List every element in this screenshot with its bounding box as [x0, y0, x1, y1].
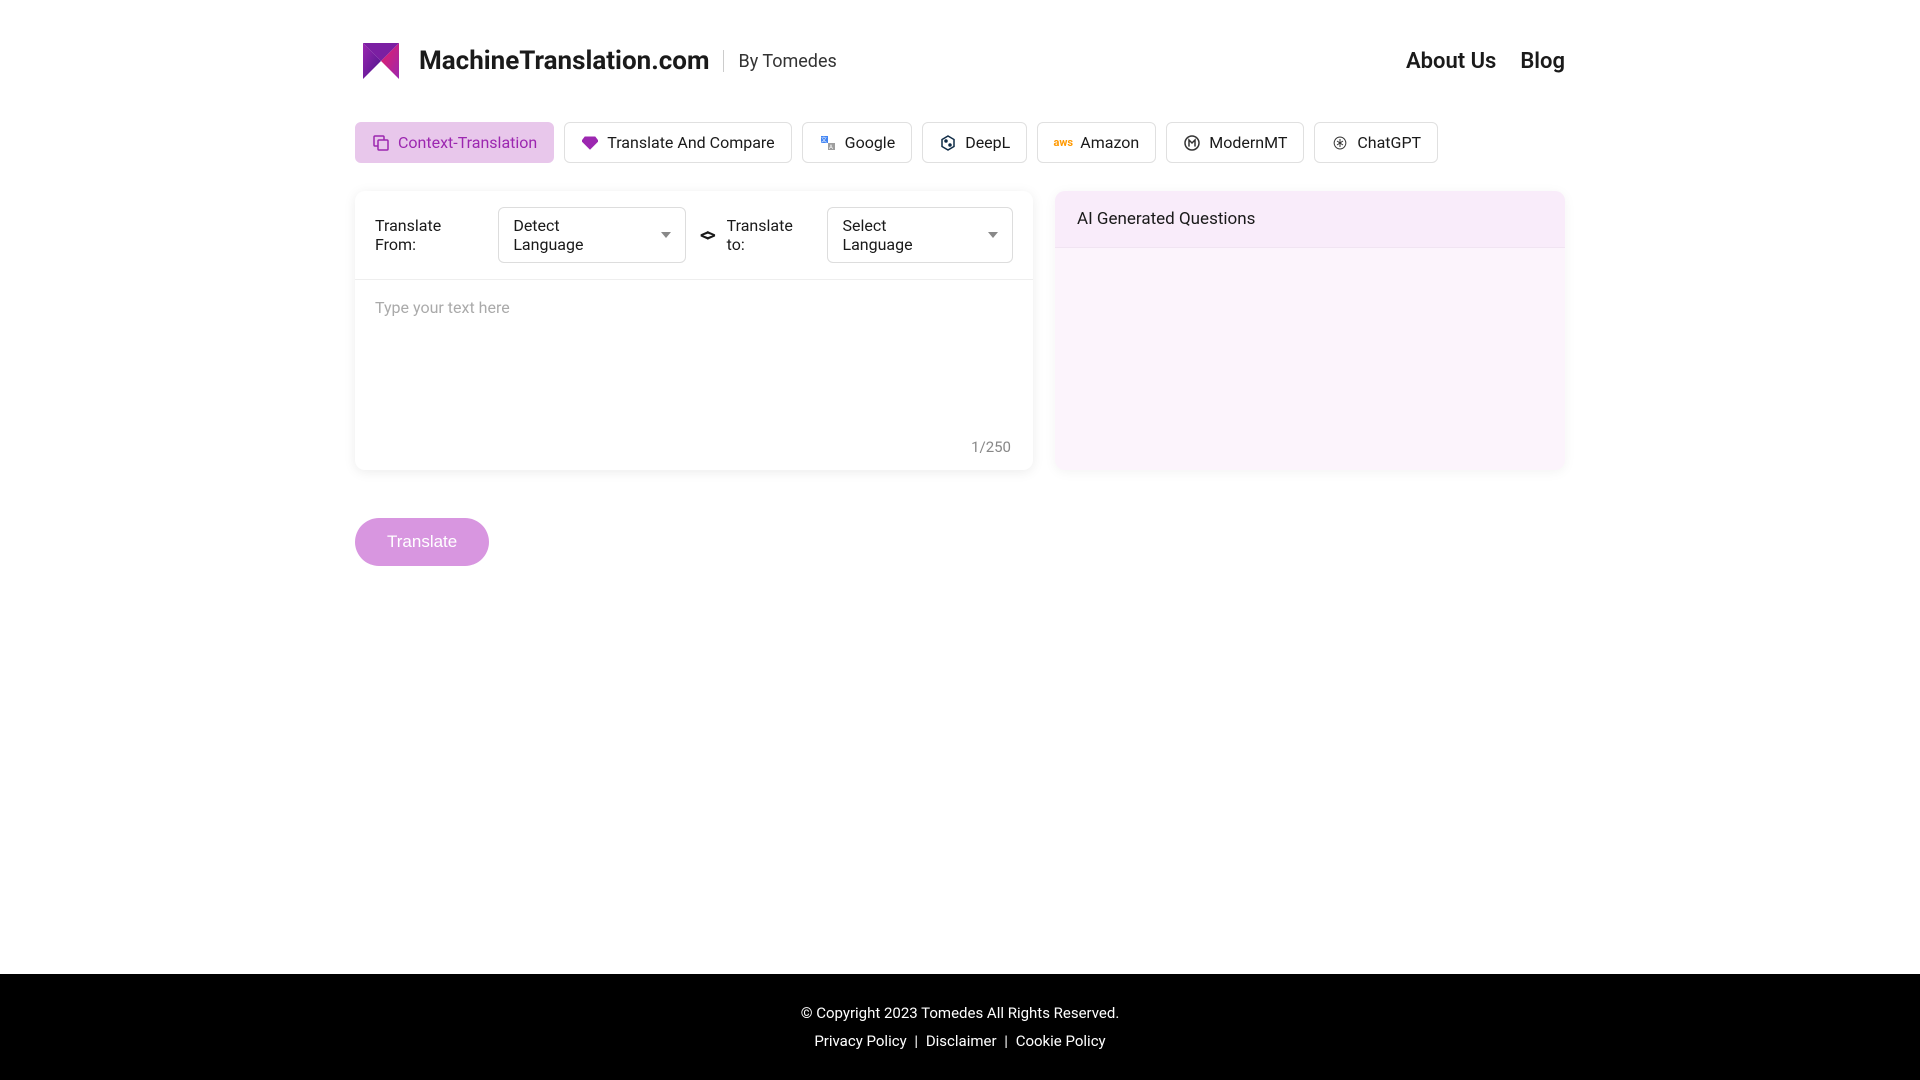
tab-google[interactable]: 文 A Google: [802, 122, 913, 163]
tab-label: ModernMT: [1209, 133, 1287, 152]
engine-tabs: Context-Translation Translate And Compar…: [355, 122, 1565, 163]
tab-modernmt[interactable]: ModernMT: [1166, 122, 1304, 163]
footer-privacy-link[interactable]: Privacy Policy: [814, 1032, 906, 1050]
page-header: MachineTranslation.com By Tomedes About …: [355, 0, 1565, 122]
text-input-area[interactable]: Type your text here 1/250: [355, 280, 1033, 470]
google-icon: 文 A: [819, 134, 837, 152]
tab-label: ChatGPT: [1357, 133, 1421, 152]
logo-divider: [723, 50, 724, 72]
textarea-placeholder: Type your text here: [375, 298, 510, 317]
nav-blog[interactable]: Blog: [1520, 49, 1565, 74]
page-footer: © Copyright 2023 Tomedes All Rights Rese…: [0, 974, 1920, 1080]
nav-links: About Us Blog: [1406, 49, 1565, 74]
tab-label: Translate And Compare: [607, 133, 774, 152]
chatgpt-icon: [1331, 134, 1349, 152]
tab-translate-compare[interactable]: Translate And Compare: [564, 122, 791, 163]
questions-panel-title: AI Generated Questions: [1055, 191, 1565, 248]
main-panels: Translate From: Detect Language <> Trans…: [355, 191, 1565, 470]
amazon-icon: aws: [1054, 134, 1072, 152]
language-selector-bar: Translate From: Detect Language <> Trans…: [355, 191, 1033, 280]
svg-text:文: 文: [821, 136, 827, 144]
tab-deepl[interactable]: DeepL: [922, 122, 1027, 163]
modernmt-icon: [1183, 134, 1201, 152]
from-language-value: Detect Language: [513, 216, 631, 254]
footer-disclaimer-link[interactable]: Disclaimer: [926, 1032, 997, 1050]
chevron-down-icon: [661, 232, 671, 238]
tab-label: Google: [845, 133, 896, 152]
footer-links: Privacy Policy | Disclaimer | Cookie Pol…: [0, 1032, 1920, 1050]
from-language-select[interactable]: Detect Language: [498, 207, 686, 263]
footer-separator: |: [914, 1032, 918, 1050]
tab-amazon[interactable]: aws Amazon: [1037, 122, 1156, 163]
tab-label: Amazon: [1080, 133, 1139, 152]
chevron-down-icon: [988, 232, 998, 238]
swap-languages-button[interactable]: <>: [700, 225, 712, 246]
footer-cookie-link[interactable]: Cookie Policy: [1016, 1032, 1106, 1050]
nav-about-us[interactable]: About Us: [1406, 49, 1496, 74]
questions-panel: AI Generated Questions: [1055, 191, 1565, 470]
site-byline: By Tomedes: [738, 51, 836, 72]
tab-label: DeepL: [965, 133, 1010, 152]
translate-from-label: Translate From:: [375, 216, 484, 254]
to-language-select[interactable]: Select Language: [827, 207, 1013, 263]
diamond-icon: [581, 134, 599, 152]
character-count: 1/250: [971, 438, 1011, 456]
translate-to-label: Translate to:: [727, 216, 814, 254]
site-name: MachineTranslation.com: [419, 46, 709, 76]
context-icon: [372, 134, 390, 152]
to-language-value: Select Language: [842, 216, 958, 254]
logo-section[interactable]: MachineTranslation.com By Tomedes: [355, 35, 837, 87]
tab-label: Context-Translation: [398, 133, 537, 152]
input-panel: Translate From: Detect Language <> Trans…: [355, 191, 1033, 470]
tab-chatgpt[interactable]: ChatGPT: [1314, 122, 1438, 163]
svg-text:A: A: [829, 144, 833, 151]
logo-icon: [355, 35, 407, 87]
tab-context-translation[interactable]: Context-Translation: [355, 122, 554, 163]
footer-copyright: © Copyright 2023 Tomedes All Rights Rese…: [0, 1004, 1920, 1022]
footer-separator: |: [1004, 1032, 1008, 1050]
translate-button[interactable]: Translate: [355, 518, 489, 566]
deepl-icon: [939, 134, 957, 152]
